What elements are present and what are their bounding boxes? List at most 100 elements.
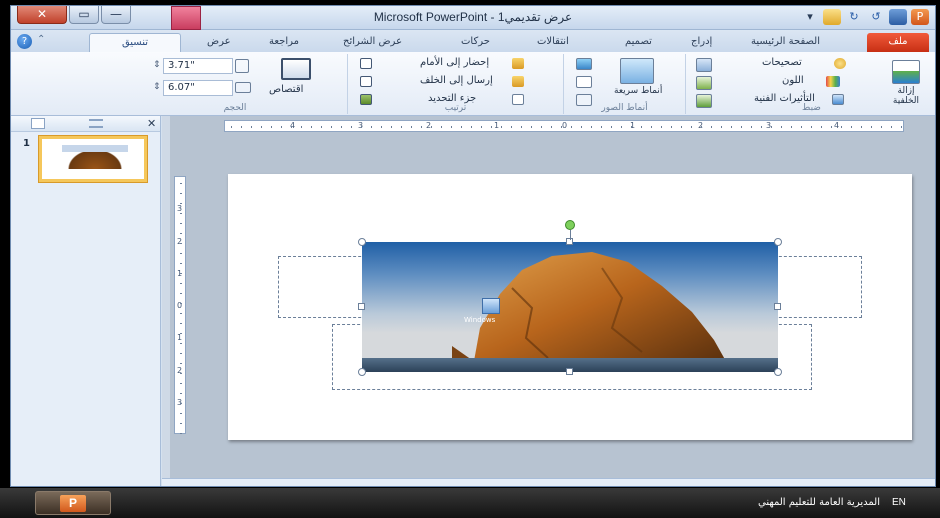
send-backward-button[interactable]: إرسال إلى الخلف: [420, 75, 493, 86]
tab-transitions[interactable]: انتقالات: [537, 33, 569, 52]
align-icon[interactable]: [360, 58, 372, 69]
bring-forward-icon: [512, 58, 524, 69]
folder-icon[interactable]: [823, 9, 841, 25]
slide-number: 1: [23, 138, 30, 149]
help-icon[interactable]: ?: [17, 34, 32, 49]
ruler-tick: [641, 126, 642, 128]
ruler-tick: [421, 126, 422, 128]
bring-forward-button[interactable]: إحضار إلى الأمام: [420, 57, 489, 68]
tab-insert[interactable]: إدراج: [691, 33, 712, 52]
ruler-tick: [471, 126, 472, 128]
selected-picture[interactable]: Windows: [362, 242, 778, 372]
ruler-tick: [621, 126, 622, 128]
quick-styles-icon[interactable]: [620, 58, 654, 84]
ruler-tick: [180, 333, 182, 334]
ruler-tick: [401, 126, 402, 128]
quick-access-toolbar: ▾ ↻ ↺ P: [801, 9, 929, 25]
windows-shortcut-icon: [482, 298, 500, 314]
ruler-tick: [301, 126, 302, 128]
corrections-button[interactable]: تصحيحات: [762, 57, 802, 68]
tab-design[interactable]: تصميم: [625, 33, 652, 52]
ruler-tick: [180, 223, 182, 224]
redo-icon[interactable]: ↻: [845, 9, 863, 25]
taskbar-org-text: المديرية العامة للتعليم المهني: [757, 497, 880, 508]
resize-handle[interactable]: [774, 368, 782, 376]
pane-splitter[interactable]: [162, 116, 170, 478]
ruler-tick: [741, 126, 742, 128]
send-backward-icon: [512, 76, 524, 87]
powerpoint-taskbar-button[interactable]: P: [35, 491, 111, 515]
tab-animations[interactable]: حركات: [461, 33, 490, 52]
slide-canvas[interactable]: Windows: [228, 174, 912, 440]
ruler-tick: [411, 126, 412, 128]
ruler-tick: [180, 423, 182, 424]
ruler-tick: [681, 126, 682, 128]
resize-handle[interactable]: [774, 238, 782, 246]
collapse-ribbon-icon[interactable]: ⌃: [37, 34, 45, 45]
language-indicator[interactable]: EN: [892, 497, 906, 508]
arrange-group-label: ترتيب: [444, 103, 467, 113]
size-group-label: الحجم: [223, 103, 247, 113]
tab-format[interactable]: تنسيق: [89, 33, 181, 52]
ruler-tick: [180, 203, 182, 204]
ruler-tick: [491, 126, 492, 128]
picture-effects-icon[interactable]: [576, 76, 592, 88]
ruler-tick: [811, 126, 812, 128]
ruler-tick: [291, 126, 292, 128]
slides-pane: ✕ 1: [11, 116, 161, 486]
customize-qat-icon[interactable]: ▾: [801, 9, 819, 25]
width-icon: [235, 82, 251, 93]
ruler-tick: [321, 126, 322, 128]
ruler-tick: [261, 126, 262, 128]
slide-thumbnail[interactable]: [39, 136, 147, 182]
ruler-tick: [821, 126, 822, 128]
tab-review[interactable]: مراجعة: [269, 33, 299, 52]
ruler-tick: [180, 373, 182, 374]
color-button[interactable]: اللون: [782, 75, 804, 86]
adjust-group: تصحيحات اللون التأثيرات الفنية إزالة الخ…: [685, 54, 935, 114]
rotate-handle[interactable]: [565, 220, 575, 230]
resize-handle[interactable]: [358, 368, 366, 376]
ribbon-tabs: ? ⌃ تنسيق عرض مراجعة عرض الشرائح حركات ا…: [11, 30, 935, 52]
crop-button[interactable]: اقتصاص: [269, 84, 303, 95]
undo-icon[interactable]: ↺: [867, 9, 885, 25]
ruler-tick: [361, 126, 362, 128]
resize-handle[interactable]: [566, 368, 573, 375]
picture-border-icon[interactable]: [576, 58, 592, 70]
ruler-tick: [431, 126, 432, 128]
outline-tab-icon[interactable]: [89, 119, 103, 128]
notes-pane[interactable]: [162, 478, 935, 486]
ruler-tick: [180, 313, 182, 314]
width-field[interactable]: 6.07": [163, 80, 233, 96]
save-icon[interactable]: [889, 9, 907, 25]
resize-handle[interactable]: [774, 303, 781, 310]
group-icon[interactable]: [360, 76, 372, 87]
ruler-tick: [180, 233, 182, 234]
ruler-label: 2: [177, 236, 183, 246]
resize-handle[interactable]: [358, 303, 365, 310]
ruler-tick: [511, 126, 512, 128]
spin-arrows-icon[interactable]: ⇕: [153, 60, 161, 70]
quick-styles-button[interactable]: أنماط سريعة: [614, 86, 662, 96]
tab-file[interactable]: ملف: [867, 33, 929, 52]
tab-slideshow[interactable]: عرض الشرائح: [343, 33, 402, 52]
ruler-tick: [351, 126, 352, 128]
close-pane-icon[interactable]: ✕: [147, 117, 156, 130]
ruler-tick: [180, 263, 182, 264]
ruler-label: 3: [177, 204, 183, 214]
resize-handle[interactable]: [358, 238, 366, 246]
windows-shortcut-label: Windows: [464, 316, 496, 324]
crop-icon[interactable]: [281, 58, 311, 80]
spin-arrows-icon[interactable]: ⇕: [153, 82, 161, 92]
slides-tab-icon[interactable]: [31, 118, 45, 129]
change-picture-icon[interactable]: [696, 76, 712, 90]
tab-home[interactable]: الصفحة الرئيسية: [751, 33, 820, 52]
ruler-tick: [701, 126, 702, 128]
ruler-label: 1: [177, 333, 183, 343]
height-field[interactable]: 3.71": [163, 58, 233, 74]
ruler-tick: [781, 126, 782, 128]
ruler-tick: [671, 126, 672, 128]
tab-view[interactable]: عرض: [207, 33, 231, 52]
compress-icon[interactable]: [696, 58, 712, 72]
remove-background-icon[interactable]: [892, 60, 920, 84]
